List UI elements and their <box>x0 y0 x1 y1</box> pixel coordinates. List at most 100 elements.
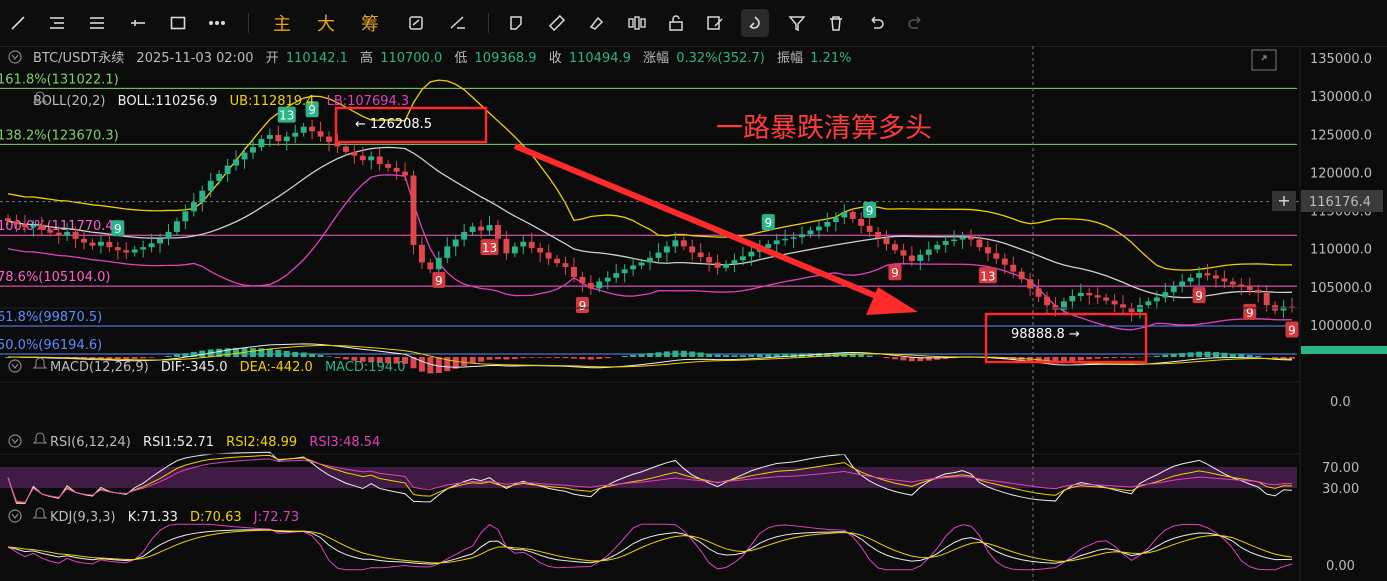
chart-canvas[interactable]: 161.8%(131022.1)138.2%(123670.3)100.0%(1… <box>0 46 1387 581</box>
bell-icon[interactable] <box>32 507 48 519</box>
parallel-lines-icon[interactable] <box>83 9 111 37</box>
candle-body <box>875 231 882 239</box>
candle-body <box>917 254 924 261</box>
macd-histogram-bar <box>1221 352 1228 357</box>
candle-body <box>1086 292 1093 296</box>
macd-histogram-bar <box>562 357 569 359</box>
macd-histogram-bar <box>148 357 155 358</box>
candle-body <box>900 250 907 256</box>
macd-histogram-bar <box>1120 357 1127 358</box>
toolbar-divider <box>248 13 249 33</box>
candle-body <box>1246 286 1253 290</box>
candle-body <box>216 173 223 181</box>
kdj-toggle-icon[interactable] <box>8 509 22 523</box>
macd-histogram-bar <box>1255 355 1262 357</box>
lock-icon[interactable] <box>662 9 690 37</box>
macd-histogram-bar <box>503 357 510 360</box>
candle-body <box>30 225 37 228</box>
candle-body <box>1255 289 1262 293</box>
candle-body <box>1179 281 1186 287</box>
horizontal-lines-icon[interactable] <box>43 9 71 37</box>
large-order-button[interactable]: 大 <box>312 9 340 37</box>
macd-histogram-bar <box>858 354 865 357</box>
filter-icon[interactable] <box>783 9 811 37</box>
indicator-toggle-icon[interactable] <box>8 50 22 64</box>
bell-icon[interactable] <box>32 432 48 444</box>
macd-histogram-bar <box>317 354 324 357</box>
fib-level-label: 50.0%(96194.6) <box>0 338 102 353</box>
candle-body <box>1035 288 1042 297</box>
macd-histogram-bar <box>672 350 679 357</box>
undo-icon[interactable] <box>862 9 890 37</box>
candle-body <box>571 267 577 277</box>
kdj-legend: KDJ(9,3,3) K:71.33 D:70.63 J:72.73 <box>50 510 299 525</box>
text-icon[interactable] <box>503 9 531 37</box>
candle-body <box>275 135 282 142</box>
edit-icon[interactable] <box>701 9 729 37</box>
rsi-panel <box>0 451 1297 505</box>
horizontal-ray-icon[interactable] <box>124 9 152 37</box>
candle-body <box>984 247 991 254</box>
candle-body <box>1136 305 1143 313</box>
macd-histogram-bar <box>739 355 746 357</box>
macd-histogram-bar <box>123 357 130 360</box>
ruler-icon[interactable] <box>543 9 571 37</box>
candle-body <box>114 247 121 251</box>
magnet-icon[interactable] <box>741 9 769 37</box>
macd-histogram-bar <box>587 357 594 360</box>
candle-body <box>630 265 637 270</box>
trend-arrow <box>513 143 918 315</box>
candle-body <box>1018 271 1025 280</box>
td-label-text: 9 <box>1195 289 1203 303</box>
candle-body <box>72 231 79 239</box>
candle-body <box>55 232 62 236</box>
fullscreen-icon[interactable] <box>1251 49 1277 71</box>
candle-body <box>157 238 164 244</box>
macd-histogram-bar <box>1272 357 1279 359</box>
candle-body <box>545 252 552 259</box>
main-indicator-button[interactable]: 主 <box>268 9 296 37</box>
macd-histogram-bar <box>494 357 501 360</box>
candle-body <box>672 240 679 247</box>
eraser-icon[interactable] <box>582 9 610 37</box>
redo-icon[interactable] <box>902 9 930 37</box>
candle-body <box>706 257 713 263</box>
kdj-panel <box>7 523 1293 571</box>
candle-body <box>1238 284 1245 287</box>
candle-body <box>452 239 459 247</box>
candle-body <box>579 276 586 284</box>
candle-body <box>799 234 806 238</box>
high-marker: ← 126208.5 <box>355 117 432 132</box>
candle-body <box>410 175 417 245</box>
trendline-icon[interactable] <box>4 9 32 37</box>
rsi-toggle-icon[interactable] <box>8 434 22 448</box>
candle-body <box>1077 292 1084 297</box>
measure-icon[interactable] <box>444 9 472 37</box>
fib-level-label: 61.8%(99870.5) <box>0 310 102 325</box>
rectangle-icon[interactable] <box>164 9 192 37</box>
candle-body <box>1145 301 1152 306</box>
candle-body <box>731 260 738 264</box>
candle-body <box>486 225 493 231</box>
candle-body <box>520 241 527 247</box>
sync-icon[interactable] <box>402 9 430 37</box>
bell-icon[interactable] <box>32 357 48 369</box>
more-icon[interactable] <box>204 9 232 37</box>
candle-body <box>697 252 704 258</box>
candle-body <box>638 262 645 266</box>
candle-body <box>723 263 729 268</box>
pattern-icon[interactable] <box>623 9 651 37</box>
macd-toggle-icon[interactable] <box>8 359 22 373</box>
macd-histogram-bar <box>756 354 763 357</box>
candle-body <box>444 246 451 258</box>
kdj-line <box>7 529 1293 564</box>
kdj-axis-label: 0.00 <box>1326 559 1355 574</box>
macd-legend: MACD(12,26,9) DIF:-345.0 DEA:-442.0 MACD… <box>50 360 406 375</box>
macd-histogram-bar <box>478 357 485 362</box>
trash-icon[interactable] <box>822 9 850 37</box>
price-tick-label: 120000.0 <box>1310 166 1372 181</box>
candle-body <box>968 237 974 240</box>
macd-histogram-bar <box>571 357 577 359</box>
chips-button[interactable]: 筹 <box>356 9 384 37</box>
last-price-marker <box>1301 346 1387 354</box>
